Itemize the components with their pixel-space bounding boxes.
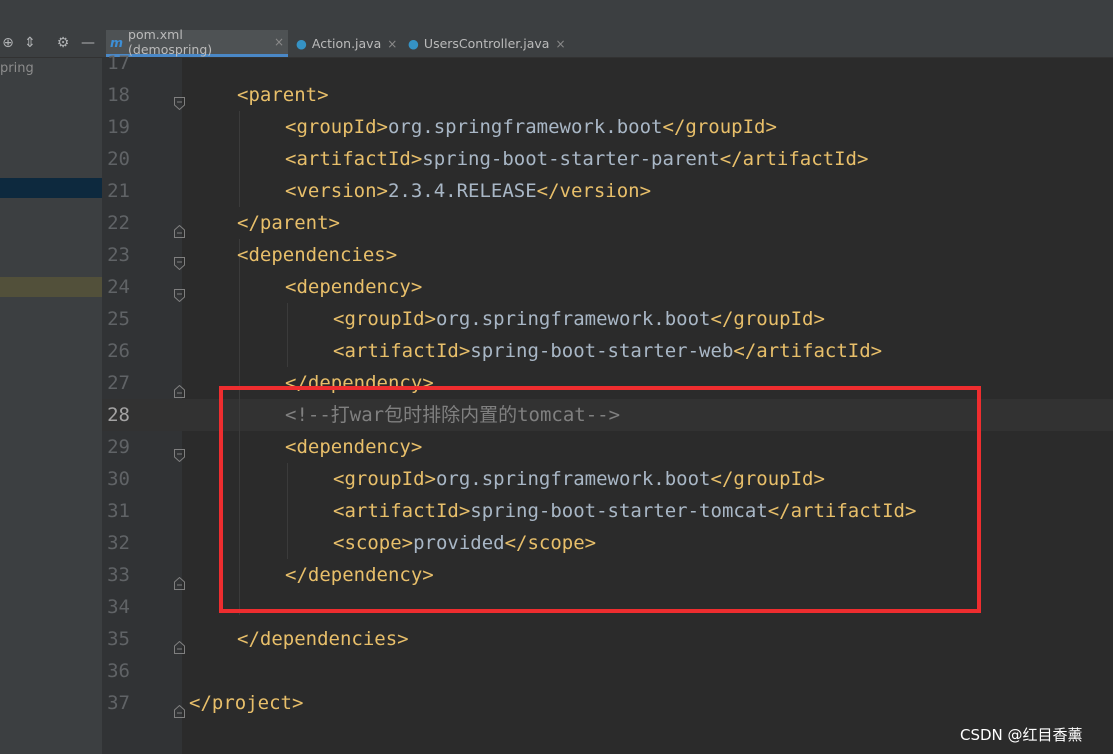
code-line[interactable]: 23 <dependencies> [0, 239, 1113, 271]
code-line[interactable]: 25 <groupId>org.springframework.boot</gro… [0, 303, 1113, 335]
line-number[interactable]: 26 [102, 335, 130, 367]
line-number[interactable]: 31 [102, 495, 130, 527]
line-number[interactable]: 32 [102, 527, 130, 559]
fold-marker-icon[interactable] [174, 632, 185, 654]
xml-text: org.springframework.boot [435, 308, 711, 330]
xml-text: spring-boot-starter-parent [422, 148, 720, 170]
code-text[interactable]: <groupId>org.springframework.boot</group… [285, 111, 777, 143]
xml-tag: </version> [536, 180, 652, 202]
line-number[interactable]: 28 [102, 399, 130, 431]
code-line[interactable]: 24 <dependency> [0, 271, 1113, 303]
highlight-box [219, 386, 981, 613]
xml-tag: </groupId> [710, 308, 825, 330]
code-text[interactable]: <parent> [237, 79, 329, 111]
code-line[interactable]: 19 <groupId>org.springframework.boot</gro… [0, 111, 1113, 143]
xml-text: org.springframework.boot [387, 116, 663, 138]
fold-marker-icon[interactable] [174, 568, 185, 590]
code-line[interactable]: 20 <artifactId>spring-boot-starter-parent… [0, 143, 1113, 175]
line-number[interactable]: 29 [102, 431, 130, 463]
watermark: CSDN @红目香薰 [960, 726, 1083, 744]
line-number[interactable]: 20 [102, 143, 130, 175]
fold-marker-icon[interactable] [174, 376, 185, 398]
line-number[interactable]: 25 [102, 303, 130, 335]
fold-marker-icon[interactable] [174, 440, 185, 463]
code-text[interactable]: </project> [189, 687, 303, 719]
code-text[interactable]: <version>2.3.4.RELEASE</version> [285, 175, 651, 207]
fold-marker-icon[interactable] [174, 248, 185, 271]
xml-tag: <groupId> [333, 308, 436, 330]
code-line[interactable]: 18 <parent> [0, 79, 1113, 111]
code-line[interactable]: 35 </dependencies> [0, 623, 1113, 655]
line-number[interactable]: 19 [102, 111, 130, 143]
fold-marker-icon[interactable] [174, 88, 185, 111]
line-number[interactable]: 17 [102, 47, 130, 79]
xml-tag: <dependencies> [237, 244, 398, 266]
code-line[interactable]: 37 </project> [0, 687, 1113, 719]
xml-tag: <version> [285, 180, 388, 202]
line-number[interactable]: 33 [102, 559, 130, 591]
code-text[interactable]: </parent> [237, 207, 340, 239]
xml-tag: <artifactId> [285, 148, 423, 170]
code-line[interactable]: 26 <artifactId>spring-boot-starter-web</a… [0, 335, 1113, 367]
xml-tag: <groupId> [285, 116, 388, 138]
xml-tag: <dependency> [285, 276, 423, 298]
xml-tag: </dependencies> [237, 628, 409, 650]
fold-marker-icon[interactable] [174, 216, 185, 238]
code-text[interactable]: <artifactId>spring-boot-starter-web</art… [333, 335, 882, 367]
xml-tag: </parent> [237, 212, 340, 234]
code-line[interactable]: 36 [0, 655, 1113, 687]
line-number[interactable]: 34 [102, 591, 130, 623]
code-text[interactable]: <groupId>org.springframework.boot</group… [333, 303, 825, 335]
line-number[interactable]: 35 [102, 623, 130, 655]
line-number[interactable]: 23 [102, 239, 130, 271]
line-number[interactable]: 37 [102, 687, 130, 719]
line-number[interactable]: 21 [102, 175, 130, 207]
code-line[interactable]: 22 </parent> [0, 207, 1113, 239]
line-number[interactable]: 30 [102, 463, 130, 495]
xml-text: 2.3.4.RELEASE [387, 180, 537, 202]
code-text[interactable]: <dependency> [285, 271, 422, 303]
xml-tag: </artifactId> [733, 340, 883, 362]
code-line[interactable]: 17 [0, 47, 1113, 79]
line-number[interactable]: 22 [102, 207, 130, 239]
xml-text: spring-boot-starter-web [470, 340, 734, 362]
code-text[interactable]: </dependencies> [237, 623, 409, 655]
line-number[interactable]: 27 [102, 367, 130, 399]
code-text[interactable]: <artifactId>spring-boot-starter-parent</… [285, 143, 868, 175]
code-text[interactable]: <dependencies> [237, 239, 397, 271]
xml-tag: </artifactId> [719, 148, 869, 170]
xml-tag: </groupId> [662, 116, 777, 138]
fold-marker-icon[interactable] [174, 696, 185, 718]
line-number[interactable]: 24 [102, 271, 130, 303]
xml-tag: <parent> [237, 84, 329, 106]
fold-marker-icon[interactable] [174, 280, 185, 303]
line-number[interactable]: 36 [102, 655, 130, 687]
xml-tag: </project> [189, 692, 304, 714]
line-number[interactable]: 18 [102, 79, 130, 111]
code-line[interactable]: 21 <version>2.3.4.RELEASE</version> [0, 175, 1113, 207]
xml-tag: <artifactId> [333, 340, 471, 362]
